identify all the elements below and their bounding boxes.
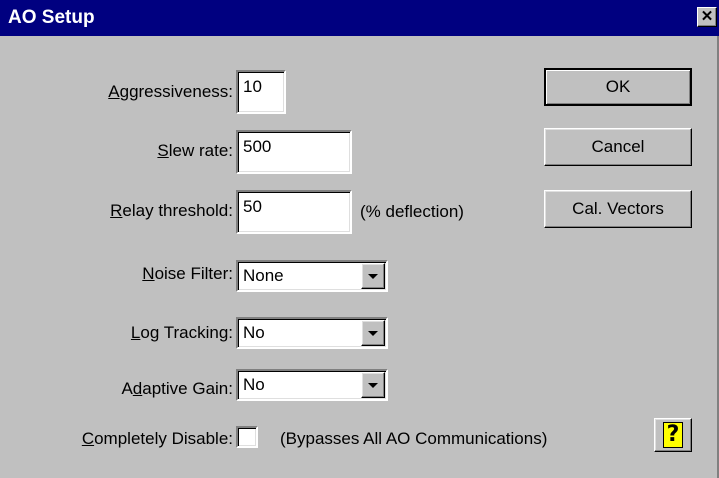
aggressiveness-input[interactable]: 10 [236, 70, 286, 114]
relay-threshold-unit: (% deflection) [360, 202, 464, 221]
help-button[interactable]: ? [654, 418, 692, 452]
cancel-button[interactable]: Cancel [544, 128, 692, 166]
aggressiveness-label: Aggressiveness: [108, 82, 233, 101]
dialog-title: AO Setup [8, 7, 95, 28]
adaptive-gain-value: No [243, 375, 265, 394]
noise-filter-label: Noise Filter: [142, 264, 233, 283]
noise-filter-value: None [243, 266, 284, 285]
log-tracking-label: Log Tracking: [130, 323, 233, 342]
log-tracking-select[interactable]: No [236, 317, 388, 349]
chevron-down-icon[interactable] [361, 320, 385, 346]
noise-filter-select[interactable]: None [236, 260, 388, 292]
slew-rate-value: 500 [243, 137, 272, 156]
completely-disable-note: (Bypasses All AO Communications) [280, 429, 548, 448]
close-icon: ✕ [700, 8, 714, 25]
adaptive-gain-select[interactable]: No [236, 369, 388, 401]
close-button[interactable]: ✕ [697, 7, 717, 27]
relay-threshold-value: 50 [243, 197, 262, 216]
relay-threshold-input[interactable]: 50 [236, 190, 352, 234]
completely-disable-label: Completely Disable: [81, 429, 233, 448]
chevron-down-icon[interactable] [361, 263, 385, 289]
slew-rate-input[interactable]: 500 [236, 130, 352, 174]
cal-vectors-button[interactable]: Cal. Vectors [544, 190, 692, 228]
completely-disable-checkbox[interactable] [236, 426, 258, 448]
slew-rate-label: Slew rate: [157, 141, 233, 160]
relay-threshold-label: Relay threshold: [110, 201, 233, 220]
log-tracking-value: No [243, 323, 265, 342]
chevron-down-icon[interactable] [361, 372, 385, 398]
title-bar[interactable]: AO Setup ✕ [0, 0, 719, 36]
ok-button[interactable]: OK [544, 68, 692, 106]
aggressiveness-value: 10 [243, 77, 262, 96]
adaptive-gain-label: Adaptive Gain: [121, 379, 233, 398]
question-mark-icon: ? [662, 422, 684, 448]
